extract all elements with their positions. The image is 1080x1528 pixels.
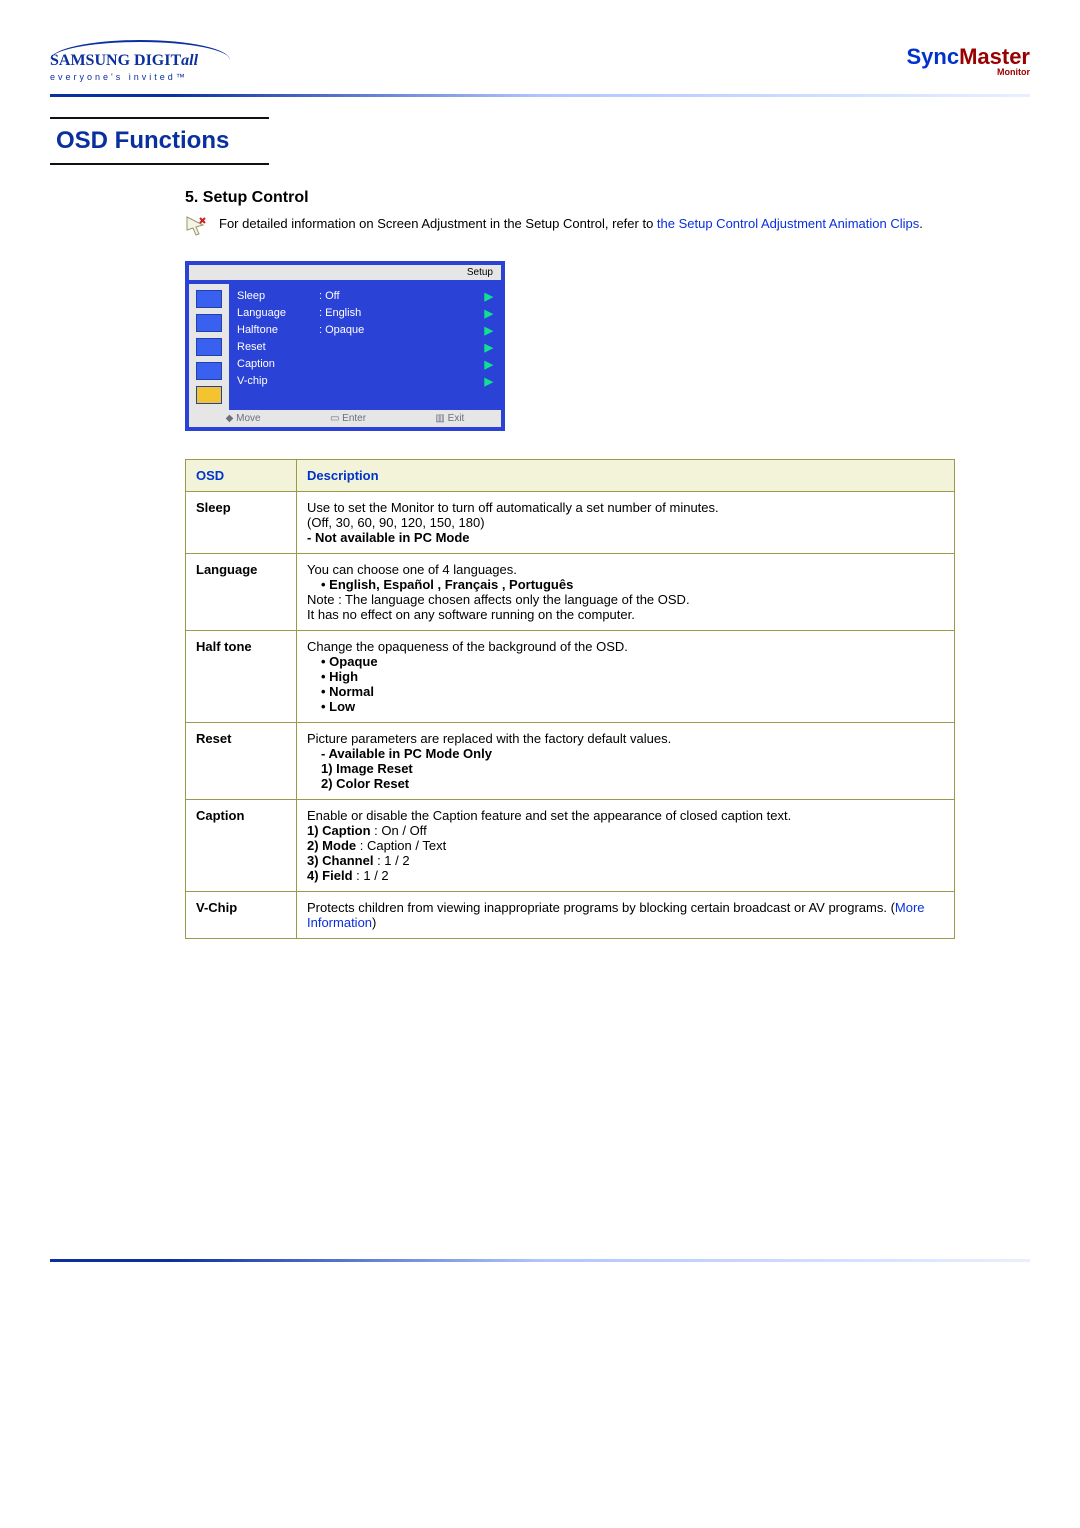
syncmaster-logo: SyncMaster Monitor <box>906 46 1030 77</box>
description-line: 2) Color Reset <box>321 776 944 791</box>
chevron-right-icon: ▶ <box>485 358 493 371</box>
osd-move-label: Move <box>236 413 260 424</box>
osd-menu-value: : English <box>319 307 485 320</box>
chevron-right-icon: ▶ <box>485 324 493 337</box>
table-row: Sleep Use to set the Monitor to turn off … <box>186 492 955 554</box>
description-line: 2) Mode : Caption / Text <box>307 838 944 853</box>
section-heading: 5. Setup Control <box>185 189 1030 207</box>
samsung-digitall-logo: SAMSUNG DIGITall everyone's invited™ <box>50 40 230 82</box>
description-cell: Use to set the Monitor to turn off autom… <box>297 492 955 554</box>
description-line: Change the opaqueness of the background … <box>307 639 944 654</box>
osd-tab-icons <box>189 284 229 410</box>
osd-name-cell: Caption <box>186 800 297 892</box>
description-cell: Change the opaqueness of the background … <box>297 631 955 723</box>
osd-panel-title: Setup <box>189 265 501 280</box>
osd-name-cell: Sleep <box>186 492 297 554</box>
page-title: OSD Functions <box>56 127 229 155</box>
osd-menu-label: Sleep <box>237 290 319 303</box>
osd-menu-value <box>319 375 485 388</box>
description-line: • Normal <box>321 684 944 699</box>
section-intro: For detailed information on Screen Adjus… <box>185 215 950 237</box>
description-cell: Picture parameters are replaced with the… <box>297 723 955 800</box>
osd-footer: ◆ Move ▭ Enter ▥ Exit <box>189 410 501 427</box>
samsung-italic: all <box>181 52 198 69</box>
osd-exit-label: Exit <box>448 413 465 424</box>
col-header-description: Description <box>297 460 955 492</box>
osd-preview: Setup Sleep: Off▶Language: English▶Halft… <box>185 261 505 431</box>
osd-menu-row: Sleep: Off▶ <box>237 288 493 305</box>
chevron-right-icon: ▶ <box>485 290 493 303</box>
page-title-block: OSD Functions <box>50 117 269 165</box>
description-line: Picture parameters are replaced with the… <box>307 731 944 746</box>
osd-name-cell: Half tone <box>186 631 297 723</box>
description-line: 4) Field : 1 / 2 <box>307 868 944 883</box>
more-information-link[interactable]: More Information <box>307 900 925 930</box>
intro-text: For detailed information on Screen Adjus… <box>219 216 657 231</box>
osd-menu-row: Reset ▶ <box>237 339 493 356</box>
description-line: - Not available in PC Mode <box>307 530 944 545</box>
description-line: • English, Español , Français , Portuguê… <box>321 577 944 592</box>
footer-divider <box>50 1259 1030 1262</box>
osd-menu-value: : Off <box>319 290 485 303</box>
osd-tab-icon <box>196 314 222 332</box>
osd-menu-row: Caption ▶ <box>237 356 493 373</box>
description-line: 3) Channel : 1 / 2 <box>307 853 944 868</box>
osd-menu-row: V-chip ▶ <box>237 373 493 390</box>
osd-tab-icon <box>196 386 222 404</box>
osd-name-cell: Reset <box>186 723 297 800</box>
description-line: You can choose one of 4 languages. <box>307 562 944 577</box>
description-cell: You can choose one of 4 languages.• Engl… <box>297 554 955 631</box>
description-line: Use to set the Monitor to turn off autom… <box>307 500 944 515</box>
osd-menu-label: Halftone <box>237 324 319 337</box>
osd-tab-icon <box>196 290 222 308</box>
chevron-right-icon: ▶ <box>485 307 493 320</box>
description-cell: Protects children from viewing inappropr… <box>297 892 955 939</box>
description-line: • Low <box>321 699 944 714</box>
osd-tab-icon <box>196 338 222 356</box>
monitor-word: Monitor <box>906 68 1030 77</box>
osd-menu-row: Halftone: Opaque▶ <box>237 322 493 339</box>
osd-menu-value <box>319 358 485 371</box>
table-row: Half tone Change the opaqueness of the ba… <box>186 631 955 723</box>
table-row: Caption Enable or disable the Caption fea… <box>186 800 955 892</box>
description-line: It has no effect on any software running… <box>307 607 944 622</box>
description-line: Enable or disable the Caption feature an… <box>307 808 944 823</box>
description-line: - Available in PC Mode Only <box>321 746 944 761</box>
osd-description-table: OSD Description Sleep Use to set the Moni… <box>185 459 955 939</box>
osd-name-cell: V-Chip <box>186 892 297 939</box>
osd-menu-label: Caption <box>237 358 319 371</box>
osd-menu-label: V-chip <box>237 375 319 388</box>
description-line: • High <box>321 669 944 684</box>
master-word: Master <box>959 44 1030 69</box>
description-line: Protects children from viewing inappropr… <box>307 900 944 930</box>
osd-enter-label: Enter <box>342 413 366 424</box>
osd-tab-icon <box>196 362 222 380</box>
table-row: V-Chip Protects children from viewing ina… <box>186 892 955 939</box>
osd-menu-value: : Opaque <box>319 324 485 337</box>
samsung-word: SAMSUNG DIGIT <box>50 52 181 69</box>
samsung-tagline: everyone's invited™ <box>50 72 230 82</box>
description-line: 1) Caption : On / Off <box>307 823 944 838</box>
osd-menu-label: Language <box>237 307 319 320</box>
animation-clips-link[interactable]: the Setup Control Adjustment Animation C… <box>657 216 919 231</box>
header: SAMSUNG DIGITall everyone's invited™ Syn… <box>50 40 1030 82</box>
description-line: Note : The language chosen affects only … <box>307 592 944 607</box>
description-line: (Off, 30, 60, 90, 120, 150, 180) <box>307 515 944 530</box>
sync-word: Sync <box>906 44 959 69</box>
osd-menu-label: Reset <box>237 341 319 354</box>
pointer-icon <box>185 215 207 237</box>
description-line: • Opaque <box>321 654 944 669</box>
header-divider <box>50 94 1030 97</box>
chevron-right-icon: ▶ <box>485 375 493 388</box>
osd-name-cell: Language <box>186 554 297 631</box>
table-row: LanguageYou can choose one of 4 language… <box>186 554 955 631</box>
table-row: Reset Picture parameters are replaced wit… <box>186 723 955 800</box>
osd-menu-row: Language: English▶ <box>237 305 493 322</box>
description-cell: Enable or disable the Caption feature an… <box>297 800 955 892</box>
osd-menu-value <box>319 341 485 354</box>
description-line: 1) Image Reset <box>321 761 944 776</box>
chevron-right-icon: ▶ <box>485 341 493 354</box>
col-header-osd: OSD <box>186 460 297 492</box>
